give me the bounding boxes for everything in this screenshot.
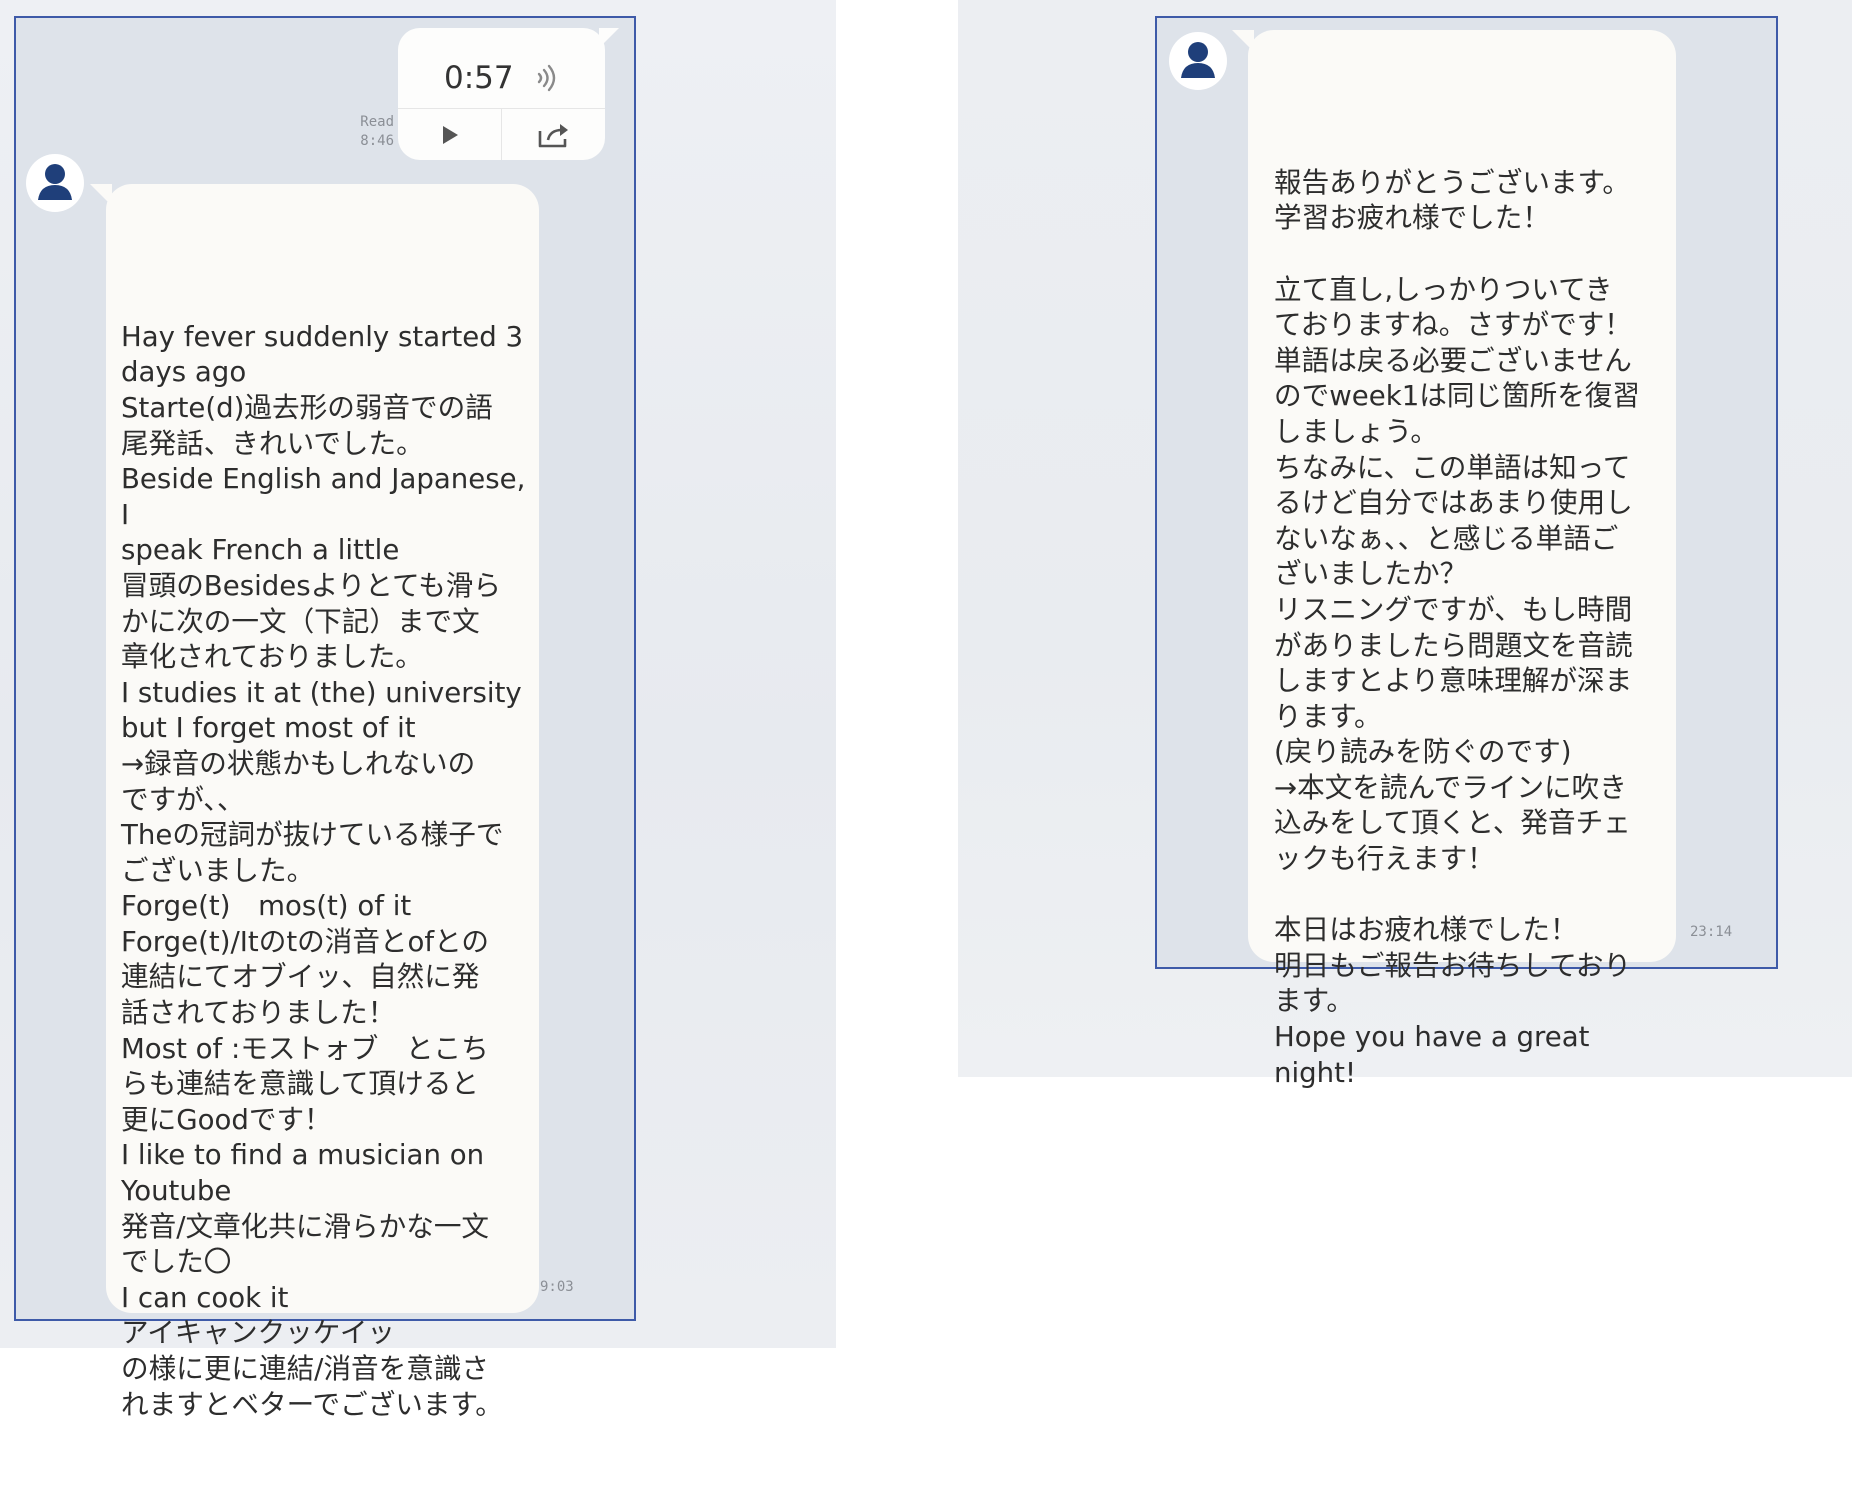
share-button[interactable] xyxy=(502,109,605,160)
voice-duration: 0:57 xyxy=(444,60,514,96)
avatar[interactable] xyxy=(1169,32,1227,90)
read-time: 8:46 xyxy=(360,133,394,149)
play-icon xyxy=(442,125,458,144)
sound-wave-icon xyxy=(535,61,561,99)
bubble-tail xyxy=(599,28,619,48)
person-icon xyxy=(1181,42,1215,78)
message-timestamp: 23:14 xyxy=(1690,924,1733,940)
left-chat-window: Read 8:46 0:57 Hay fever suddenly starte… xyxy=(14,16,636,1421)
person-icon xyxy=(38,164,72,200)
message-text: Hay fever suddenly started 3 days ago St… xyxy=(121,319,526,1421)
read-label: Read xyxy=(360,114,394,130)
bubble-tail xyxy=(1232,30,1254,52)
voice-message-bubble: 0:57 xyxy=(398,28,619,160)
play-button[interactable] xyxy=(398,109,501,160)
message-text: 報告ありがとうございます。 学習お疲れ様でした！ 立て直し,しっかりついてき て… xyxy=(1274,165,1640,1089)
avatar[interactable] xyxy=(26,154,84,212)
right-chat-window: 報告ありがとうございます。 学習お疲れ様でした！ 立て直し,しっかりついてき て… xyxy=(1155,16,1778,1089)
bubble-tail xyxy=(90,184,112,206)
message-timestamp: 9:03 xyxy=(540,1279,574,1295)
read-receipt: Read 8:46 xyxy=(334,113,394,151)
message-bubble: Hay fever suddenly started 3 days ago St… xyxy=(90,184,539,1421)
share-icon xyxy=(538,123,568,147)
message-bubble: 報告ありがとうございます。 学習お疲れ様でした！ 立て直し,しっかりついてき て… xyxy=(1232,30,1676,1089)
